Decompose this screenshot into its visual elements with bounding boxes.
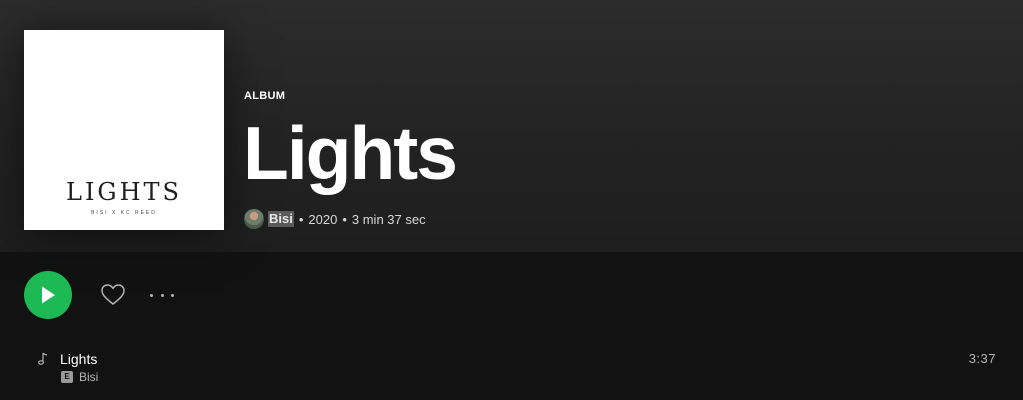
heart-icon [101, 284, 125, 305]
more-icon-dot [171, 293, 174, 297]
track-title[interactable]: Lights [60, 351, 97, 367]
meta-separator: • [298, 211, 304, 227]
track-duration: 3:37 [968, 351, 996, 366]
album-title: Lights [243, 111, 458, 195]
more-icon-dot [160, 293, 164, 297]
album-duration: 3 min 37 sec [351, 211, 426, 227]
album-page: LIGHTS BISI X KC REED ALBUM Lights Bisi … [0, 0, 1023, 400]
artist-link[interactable]: Bisi [268, 211, 294, 227]
track-row[interactable]: Lights E Bisi 3:37 [16, 344, 1008, 388]
meta-separator: • [342, 211, 347, 227]
track-artist[interactable]: Bisi [79, 370, 98, 384]
album-meta: Bisi • 2020 • 3 min 37 sec [244, 209, 426, 229]
release-year: 2020 [308, 211, 338, 227]
album-type-label: ALBUM [244, 90, 286, 102]
play-button[interactable] [24, 271, 72, 319]
album-cover: LIGHTS BISI X KC REED [24, 30, 224, 230]
explicit-badge: E [61, 371, 73, 383]
more-options-button[interactable] [150, 285, 174, 305]
cover-title: LIGHTS [66, 178, 182, 206]
album-header: LIGHTS BISI X KC REED ALBUM Lights Bisi … [0, 0, 1023, 252]
artist-avatar[interactable] [244, 209, 264, 229]
like-button[interactable] [100, 282, 126, 308]
music-note-icon [38, 352, 48, 365]
play-icon [42, 286, 55, 304]
more-icon-dot [150, 293, 153, 297]
cover-subtitle: BISI X KC REED [91, 210, 157, 216]
